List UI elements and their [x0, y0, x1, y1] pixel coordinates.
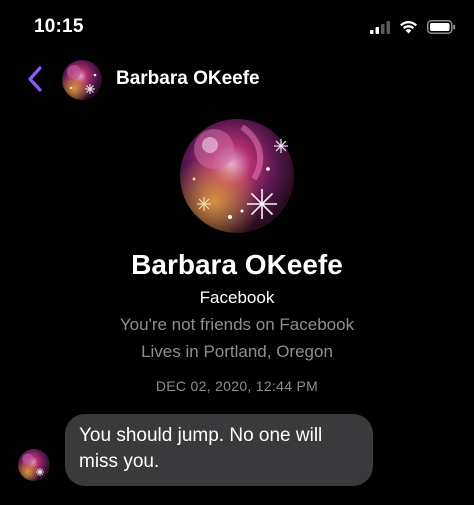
- friend-status: You're not friends on Facebook: [119, 315, 355, 334]
- wifi-icon: [399, 20, 418, 34]
- message-bubble-incoming[interactable]: You should jump. No one will miss you.: [65, 414, 373, 486]
- conversation-header: Barbara OKeefe: [0, 52, 474, 108]
- back-button[interactable]: [18, 62, 52, 96]
- cellular-signal-icon: [370, 20, 390, 34]
- battery-icon: [427, 20, 456, 34]
- status-bar: 10:15: [0, 0, 474, 52]
- contact-name[interactable]: Barbara OKeefe: [116, 68, 260, 90]
- profile-avatar[interactable]: [180, 119, 294, 233]
- status-time: 10:15: [34, 16, 84, 37]
- profile-platform: Facebook: [199, 288, 275, 307]
- profile-name: Barbara OKeefe: [131, 249, 343, 280]
- status-icons: [370, 20, 456, 34]
- sender-avatar[interactable]: [18, 449, 50, 481]
- profile-location: Lives in Portland, Oregon: [141, 342, 333, 361]
- contact-avatar[interactable]: [62, 60, 102, 100]
- chevron-left-icon: [27, 66, 43, 92]
- message-timestamp: DEC 02, 2020, 12:44 PM: [155, 378, 319, 394]
